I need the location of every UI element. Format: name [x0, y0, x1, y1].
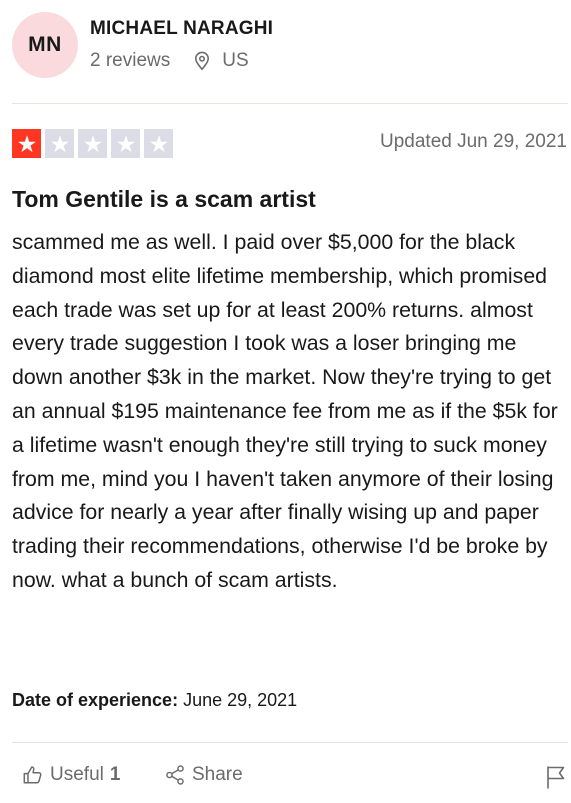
flag-icon: [544, 764, 568, 790]
review-body: scammed me as well. I paid over $5,000 f…: [12, 230, 558, 592]
reviewer-meta: 2 reviews US: [90, 50, 249, 72]
location-pin-icon: [192, 51, 212, 71]
flag-button[interactable]: [544, 764, 568, 790]
star-empty-icon: [45, 129, 74, 158]
share-label: Share: [192, 764, 243, 785]
avatar[interactable]: MN: [12, 12, 78, 78]
date-of-experience: Date of experience: June 29, 2021: [12, 690, 297, 711]
reviewer-country: US: [222, 50, 249, 71]
star-empty-icon: [78, 129, 107, 158]
share-button[interactable]: Share: [164, 764, 243, 786]
reviewer-name[interactable]: MICHAEL NARAGHI: [90, 18, 273, 40]
experience-label: Date of experience:: [12, 690, 179, 710]
star-empty-icon: [111, 129, 140, 158]
review-actions: Useful 1 Share: [12, 764, 568, 792]
review-count: 2 reviews: [90, 50, 171, 71]
share-icon: [164, 764, 186, 786]
useful-label: Useful: [50, 764, 104, 785]
divider: [12, 742, 568, 743]
star-rating: [12, 129, 173, 158]
reviewer-header: MN MICHAEL NARAGHI 2 reviews US: [12, 12, 562, 82]
review-title[interactable]: Tom Gentile is a scam artist: [12, 186, 316, 213]
experience-date: June 29, 2021: [183, 690, 298, 710]
divider: [12, 103, 568, 104]
useful-button[interactable]: Useful 1: [22, 764, 120, 786]
star-empty-icon: [144, 129, 173, 158]
star-filled-icon: [12, 129, 41, 158]
thumbs-up-icon: [22, 764, 44, 786]
review-updated-date: Updated Jun 29, 2021: [380, 131, 567, 152]
useful-count: 1: [109, 764, 121, 785]
